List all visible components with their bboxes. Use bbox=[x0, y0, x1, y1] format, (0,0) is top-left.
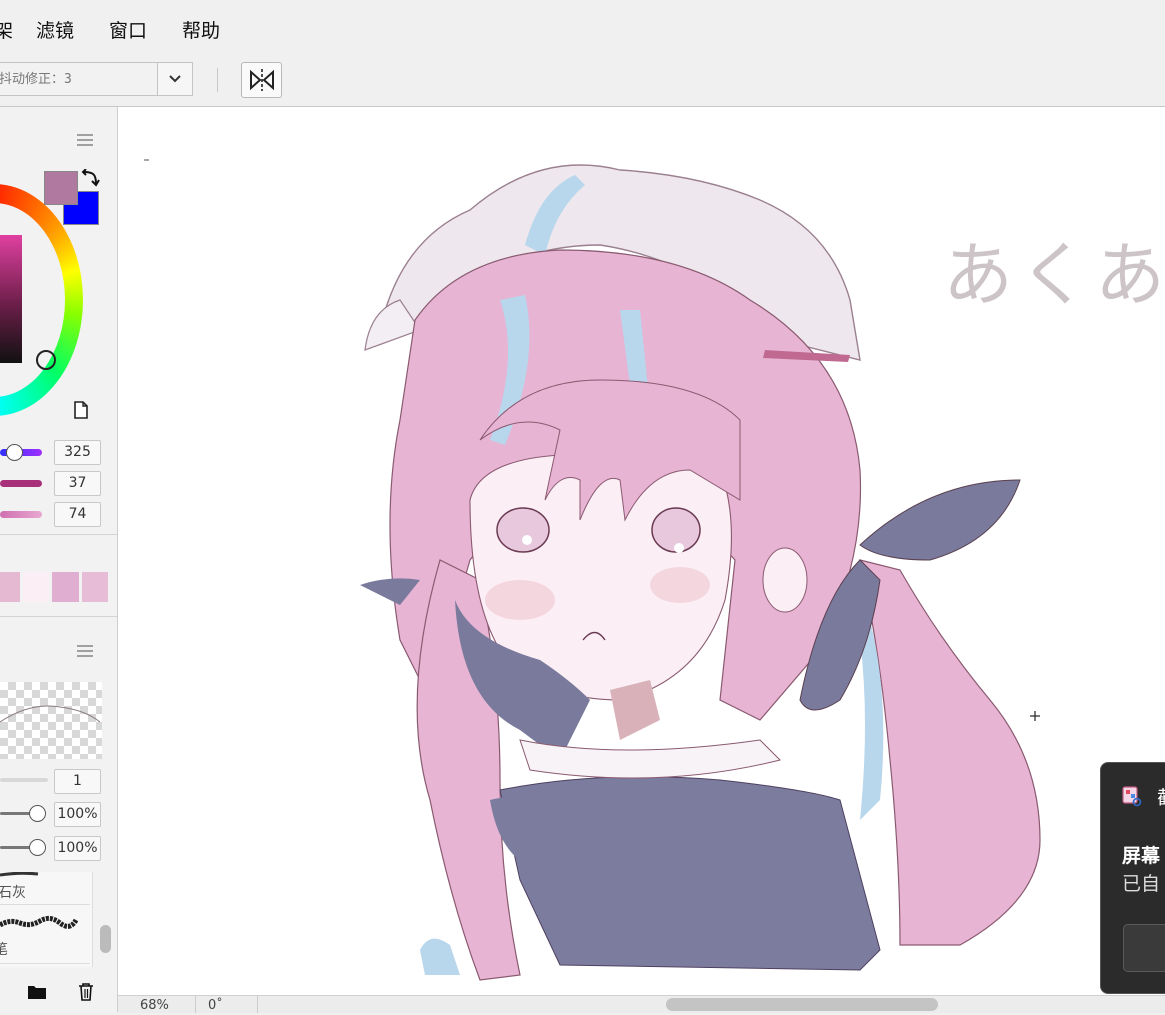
brush-stroke-preview bbox=[0, 705, 101, 723]
saturation-value-square[interactable] bbox=[0, 235, 22, 363]
panel-grip-icon[interactable] bbox=[77, 134, 93, 146]
saturation-slider[interactable] bbox=[0, 480, 42, 487]
stabilizer-value: 抖动修正：3 bbox=[0, 72, 72, 87]
status-bar: 68% 0˚ bbox=[118, 995, 1165, 1013]
brush-name: 石灰 bbox=[0, 885, 26, 901]
hue-slider-knob[interactable] bbox=[6, 444, 23, 461]
brush-item[interactable]: 石灰 bbox=[0, 872, 90, 905]
menu-item-filter[interactable]: 滤镜 bbox=[36, 16, 74, 43]
zoom-level[interactable]: 68% bbox=[118, 996, 196, 1013]
color-swatch[interactable] bbox=[82, 572, 108, 602]
drawing-canvas[interactable]: あくあ bbox=[118, 107, 1165, 995]
brush-stroke-sample bbox=[0, 915, 79, 929]
document-icon[interactable] bbox=[73, 401, 89, 419]
hue-value-field[interactable]: 325 bbox=[54, 440, 101, 465]
menu-item-partial[interactable]: 架 bbox=[0, 16, 13, 43]
opacity-slider-knob[interactable] bbox=[29, 805, 46, 822]
opacity-field[interactable]: 100% bbox=[54, 802, 101, 827]
brush-item[interactable]: 笔 bbox=[0, 905, 90, 964]
foreground-color-swatch[interactable] bbox=[44, 171, 78, 205]
horizontal-scrollbar[interactable] bbox=[666, 998, 938, 1011]
menu-item-help[interactable]: 帮助 bbox=[182, 16, 220, 43]
density-slider-knob[interactable] bbox=[29, 839, 46, 856]
trash-icon[interactable] bbox=[76, 983, 96, 1001]
stabilizer-select[interactable]: 抖动修正：3 bbox=[0, 62, 158, 96]
brush-list: 石灰 笔 bbox=[0, 872, 93, 967]
toolbar-divider bbox=[217, 68, 218, 92]
brush-size-slider[interactable] bbox=[0, 778, 48, 782]
density-field[interactable]: 100% bbox=[54, 836, 101, 861]
handwriting-text: あくあ bbox=[943, 234, 1165, 316]
panel-divider bbox=[0, 534, 117, 535]
hue-handle[interactable] bbox=[36, 350, 56, 370]
brush-size-field[interactable]: 1 bbox=[54, 769, 101, 794]
brush-list-scrollbar[interactable] bbox=[100, 925, 111, 953]
brush-stroke-sample bbox=[0, 872, 39, 877]
menu-bar: 架 滤镜 窗口 帮助 bbox=[0, 0, 1165, 56]
toast-line2: 已自 bbox=[1122, 873, 1161, 895]
folder-icon[interactable] bbox=[27, 983, 47, 1001]
saturation-value-field[interactable]: 37 bbox=[54, 471, 101, 496]
swap-colors-icon[interactable] bbox=[80, 169, 100, 189]
menu-item-window[interactable]: 窗口 bbox=[109, 16, 147, 43]
brush-preview bbox=[0, 682, 102, 759]
color-swatch[interactable] bbox=[52, 572, 79, 602]
color-swatch[interactable] bbox=[23, 572, 49, 602]
toast-action-button[interactable] bbox=[1123, 924, 1165, 972]
panel-grip-icon[interactable] bbox=[77, 645, 93, 657]
snipping-tool-icon bbox=[1122, 786, 1142, 807]
value-value-field[interactable]: 74 bbox=[54, 502, 101, 527]
toolbar: 抖动修正：3 bbox=[0, 56, 1165, 107]
color-swatch[interactable] bbox=[0, 572, 20, 602]
flip-horizontal-button[interactable] bbox=[241, 62, 282, 98]
panel-divider bbox=[0, 616, 117, 617]
toast-title: 截 bbox=[1157, 783, 1165, 810]
chevron-down-icon bbox=[169, 75, 181, 83]
stabilizer-dropdown-button[interactable] bbox=[157, 62, 193, 96]
left-panel: 325 37 74 1 100% 100% 石灰 笔 bbox=[0, 107, 118, 1012]
notification-toast[interactable]: 截 屏幕 已自 bbox=[1100, 762, 1165, 994]
value-slider[interactable] bbox=[0, 511, 42, 518]
flip-horizontal-icon bbox=[249, 69, 274, 91]
rotation-angle[interactable]: 0˚ bbox=[196, 996, 258, 1013]
toast-line1: 屏幕 bbox=[1122, 845, 1161, 867]
brush-name: 笔 bbox=[0, 939, 8, 959]
